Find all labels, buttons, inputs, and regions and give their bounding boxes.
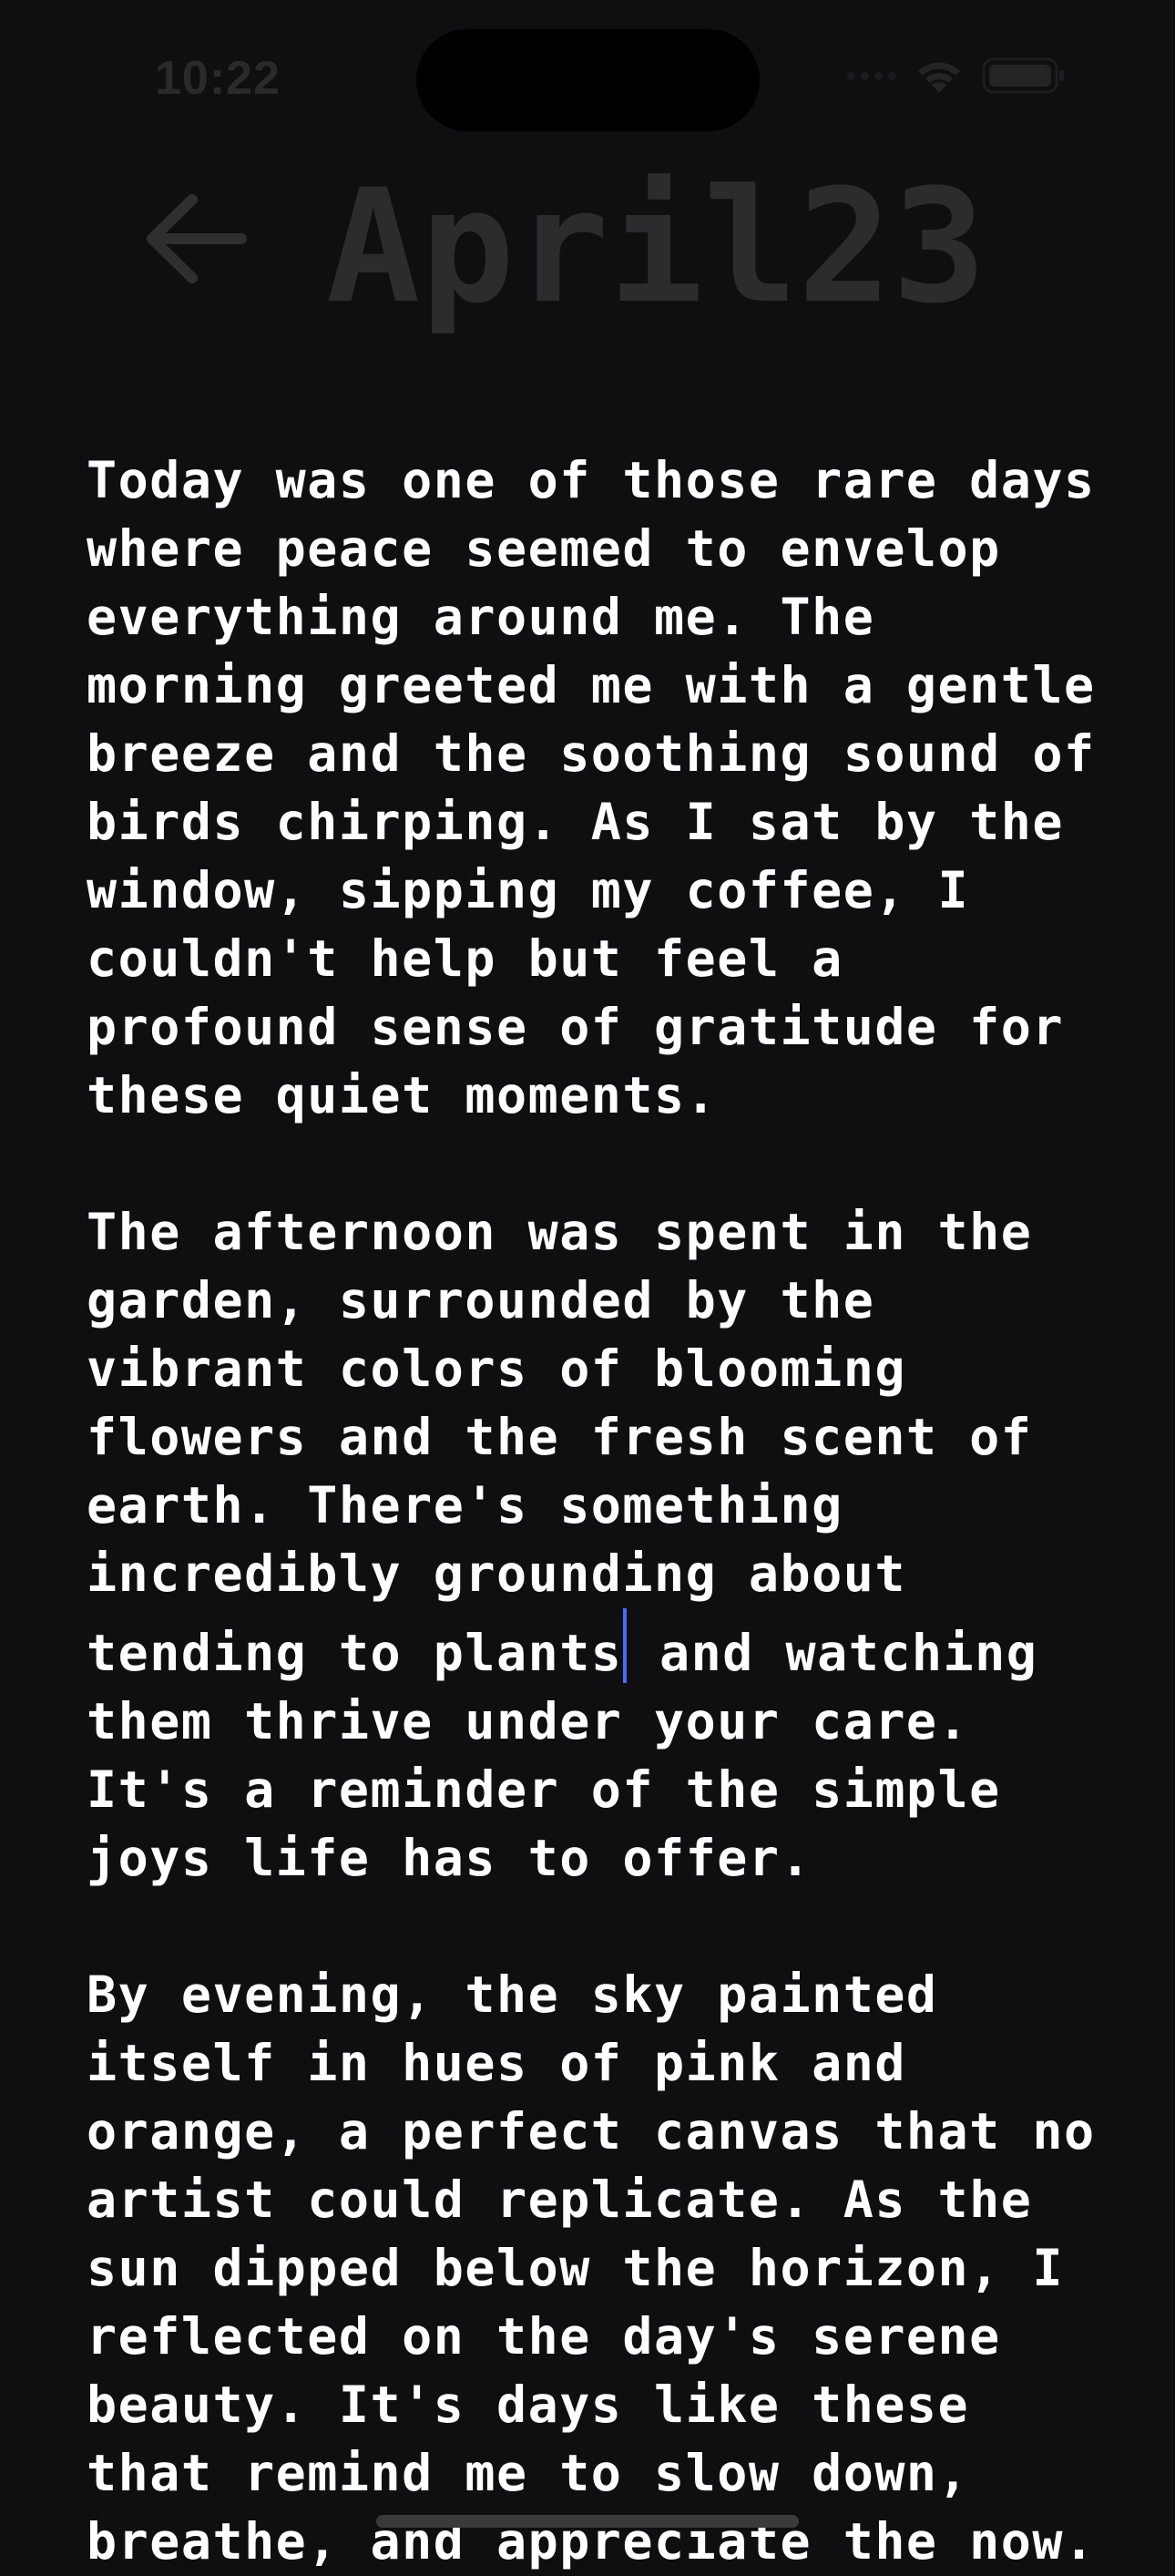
status-icons [847,56,1066,95]
home-indicator[interactable] [376,2515,799,2528]
page-title: April23 [326,155,986,338]
paragraph-2: The afternoon was spent in the garden, s… [87,1198,1116,1893]
status-bar: 10:22 [0,0,1175,155]
text-cursor [623,1608,628,1683]
status-time: 10:22 [155,52,281,105]
battery-icon [982,56,1066,95]
paragraph-2-before-cursor: The afternoon was spent in the garden, s… [87,1203,1033,1682]
journal-entry-editor[interactable]: Today was one of those rare days where p… [87,446,1116,2576]
dynamic-island [416,29,760,131]
signal-icon [847,71,896,80]
paragraph-1: Today was one of those rare days where p… [87,451,1096,1124]
arrow-left-icon [147,194,247,283]
paragraph-3: By evening, the sky painted itself in hu… [87,1965,1096,2571]
back-button[interactable] [132,175,260,303]
header: April23 [0,155,1175,337]
wifi-icon [913,56,966,95]
